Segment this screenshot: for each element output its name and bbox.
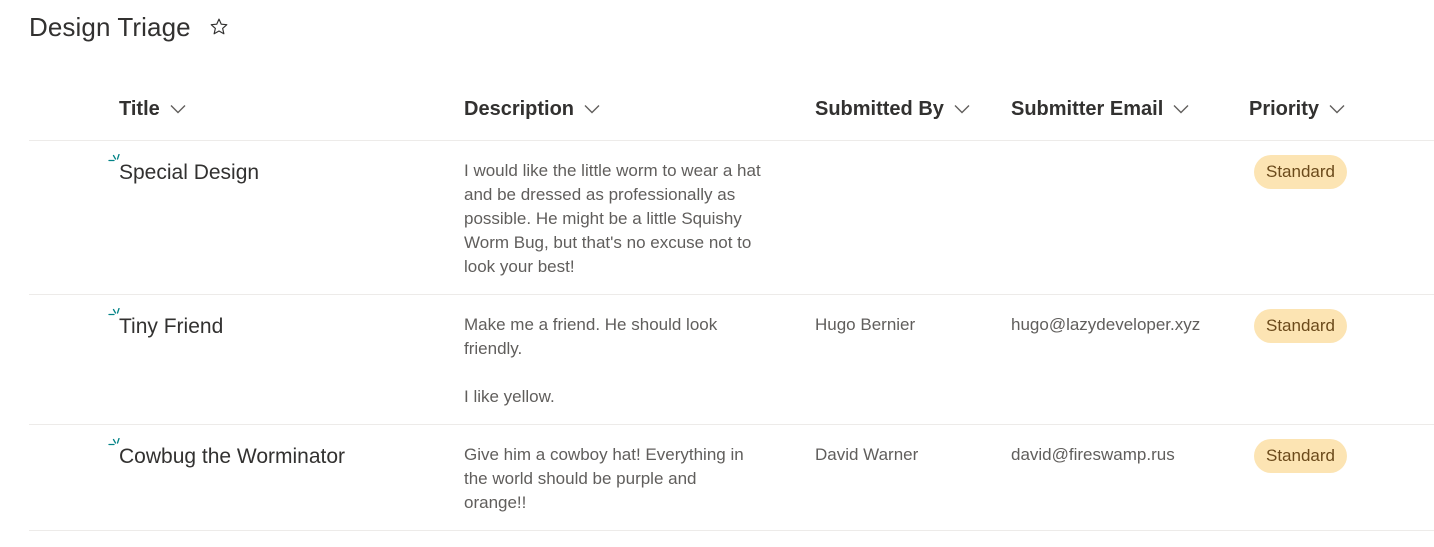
- priority-badge: Standard: [1254, 439, 1347, 473]
- item-submitter-email: david@fireswamp.rus: [1011, 445, 1175, 464]
- page-header: Design Triage: [29, 10, 230, 44]
- column-header-label: Submitted By: [815, 97, 944, 120]
- star-outline-icon[interactable]: [208, 16, 230, 38]
- item-description: I would like the little worm to wear a h…: [464, 161, 761, 276]
- list-view: Title Description Submitted By Submitter…: [29, 80, 1434, 531]
- column-header-description[interactable]: Description: [464, 97, 600, 121]
- chevron-down-icon: [1329, 104, 1345, 114]
- column-header-label: Description: [464, 97, 575, 120]
- item-submitted-by: David Warner: [815, 445, 919, 464]
- list-row[interactable]: Cowbug the Worminator Give him a cowboy …: [29, 425, 1434, 531]
- chevron-down-icon: [954, 104, 970, 114]
- chevron-down-icon: [1173, 104, 1189, 114]
- item-title-link[interactable]: Special Design: [119, 160, 259, 186]
- column-header-row: Title Description Submitted By Submitter…: [29, 80, 1434, 141]
- column-header-priority[interactable]: Priority: [1249, 97, 1345, 121]
- column-header-label: Title: [119, 97, 160, 120]
- chevron-down-icon: [170, 104, 186, 114]
- column-header-submitted-by[interactable]: Submitted By: [815, 97, 970, 121]
- column-header-label: Priority: [1249, 97, 1320, 120]
- item-submitter-email: hugo@lazydeveloper.xyz: [1011, 315, 1201, 334]
- item-description: Give him a cowboy hat! Everything in the…: [464, 445, 744, 512]
- column-header-label: Submitter Email: [1011, 97, 1164, 120]
- priority-badge: Standard: [1254, 309, 1347, 343]
- page-title: Design Triage: [29, 11, 191, 42]
- column-header-submitter-email[interactable]: Submitter Email: [1011, 97, 1189, 121]
- list-page: Design Triage Title Description Submitte…: [0, 0, 1434, 547]
- item-submitted-by: Hugo Bernier: [815, 315, 916, 334]
- list-row[interactable]: Special Design I would like the little w…: [29, 141, 1434, 295]
- priority-badge: Standard: [1254, 155, 1347, 189]
- list-row[interactable]: Tiny Friend Make me a friend. He should …: [29, 295, 1434, 425]
- chevron-down-icon: [584, 104, 600, 114]
- item-description: Make me a friend. He should look friendl…: [464, 315, 718, 406]
- item-title-link[interactable]: Cowbug the Worminator: [119, 444, 345, 470]
- item-title-link[interactable]: Tiny Friend: [119, 314, 223, 340]
- column-header-title[interactable]: Title: [119, 97, 186, 121]
